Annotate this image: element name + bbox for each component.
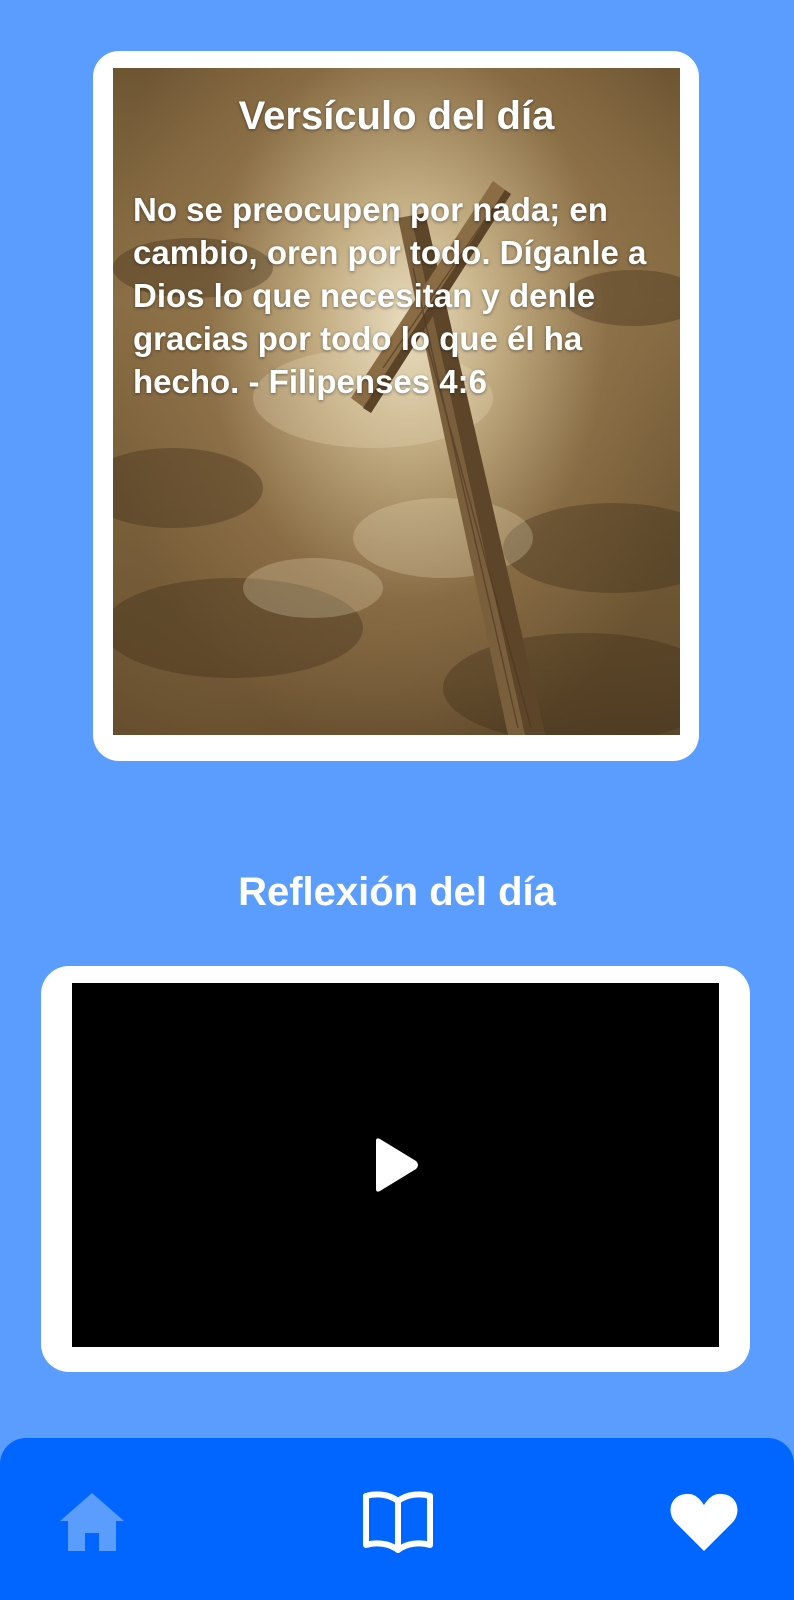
home-icon [60, 1493, 124, 1551]
nav-favorites-button[interactable] [668, 1486, 740, 1558]
bottom-navigation [0, 1438, 794, 1600]
nav-home-button[interactable] [56, 1486, 128, 1558]
nav-bible-button[interactable] [362, 1486, 434, 1558]
verse-card: Versículo del día No se preocupen por na… [93, 51, 699, 761]
reflection-title: Reflexión del día [238, 870, 556, 914]
heart-icon [670, 1493, 738, 1551]
video-player[interactable] [72, 983, 719, 1347]
verse-title: Versículo del día [238, 94, 555, 138]
play-icon[interactable] [372, 1137, 420, 1193]
video-card [41, 966, 750, 1372]
verse-background-image: Versículo del día No se preocupen por na… [113, 68, 680, 735]
verse-text: No se preocupen por nada; en cambio, ore… [133, 191, 647, 400]
book-open-icon [363, 1491, 433, 1553]
